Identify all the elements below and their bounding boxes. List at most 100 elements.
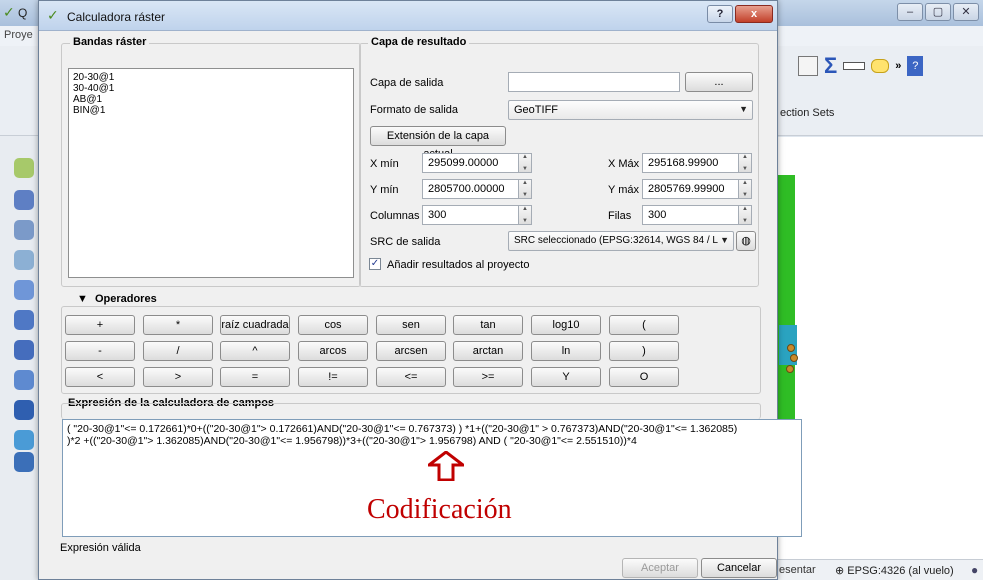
operator-button[interactable]: arctan bbox=[453, 341, 523, 361]
operators-section-header[interactable]: ▼ Operadores bbox=[77, 293, 157, 305]
help-icon[interactable]: ? bbox=[907, 56, 924, 76]
messages-icon[interactable]: ● bbox=[971, 563, 978, 577]
globe-icon: ⊕ bbox=[835, 565, 845, 577]
minimize-button[interactable]: – bbox=[897, 3, 923, 21]
add-raster-layer-icon[interactable] bbox=[14, 190, 34, 210]
add-wcs-layer-icon[interactable] bbox=[14, 400, 34, 420]
measure-icon[interactable] bbox=[843, 62, 866, 70]
operator-button[interactable]: arcos bbox=[298, 341, 368, 361]
xmin-input[interactable]: 295099.00000 bbox=[422, 153, 520, 173]
operator-button[interactable]: cos bbox=[298, 315, 368, 335]
add-wfs-layer-icon[interactable] bbox=[14, 430, 34, 450]
columns-input[interactable]: 300 bbox=[422, 205, 520, 225]
operator-button[interactable]: ( bbox=[609, 315, 679, 335]
rows-label: Filas bbox=[608, 210, 632, 222]
operator-button[interactable]: != bbox=[298, 367, 368, 387]
add-postgis-layer-icon[interactable] bbox=[14, 220, 34, 240]
main-window-title: Q bbox=[18, 6, 28, 20]
close-button[interactable]: x bbox=[735, 5, 773, 23]
output-crs-value: SRC seleccionado (EPSG:32614, WGS 84 / L bbox=[514, 235, 718, 246]
result-layer-title: Capa de resultado bbox=[368, 36, 470, 48]
band-item[interactable]: 30-40@1 bbox=[73, 83, 349, 94]
output-crs-select[interactable]: SRC seleccionado (EPSG:32614, WGS 84 / L… bbox=[508, 231, 734, 251]
tooltip-icon[interactable] bbox=[871, 59, 890, 73]
close-window-button[interactable]: ✕ bbox=[953, 3, 979, 21]
sum-icon[interactable]: Σ bbox=[824, 53, 837, 79]
add-oracle-layer-icon[interactable] bbox=[14, 310, 34, 330]
map-point bbox=[786, 365, 794, 373]
maximize-button[interactable]: ▢ bbox=[925, 3, 951, 21]
operator-button[interactable]: log10 bbox=[531, 315, 601, 335]
operator-button[interactable]: ln bbox=[531, 341, 601, 361]
dialog-titlebar: ✓ Calculadora ráster ? x bbox=[39, 1, 777, 31]
ymin-spinner[interactable] bbox=[518, 179, 532, 199]
browse-button[interactable]: ... bbox=[685, 72, 753, 92]
output-layer-input[interactable] bbox=[508, 72, 680, 92]
operator-button[interactable]: < bbox=[65, 367, 135, 387]
operator-button[interactable]: Y bbox=[531, 367, 601, 387]
add-mssql-layer-icon[interactable] bbox=[14, 280, 34, 300]
raster-calculator-dialog: ✓ Calculadora ráster ? x Bandas ráster 2… bbox=[38, 0, 802, 580]
add-spatialite-layer-icon[interactable] bbox=[14, 250, 34, 270]
current-layer-extent-button[interactable]: Extensión de la capa actual bbox=[370, 126, 506, 160]
expression-group bbox=[61, 403, 761, 419]
operator-button[interactable]: = bbox=[220, 367, 290, 387]
map-canvas[interactable] bbox=[775, 137, 983, 559]
calculator-icon[interactable] bbox=[798, 56, 818, 76]
add-to-project-checkbox[interactable]: ✓ bbox=[369, 258, 381, 270]
xmax-input[interactable]: 295168.99900 bbox=[642, 153, 740, 173]
add-db2-layer-icon[interactable] bbox=[14, 340, 34, 360]
operator-button[interactable]: - bbox=[65, 341, 135, 361]
operator-button[interactable]: / bbox=[143, 341, 213, 361]
add-to-project-label: Añadir resultados al proyecto bbox=[387, 259, 530, 271]
ymin-input[interactable]: 2805700.00000 bbox=[422, 179, 520, 199]
expression-line-2: )*2 +(("20-30@1"> 1.362085)AND("20-30@1"… bbox=[67, 435, 637, 447]
more-tools-icon[interactable]: » bbox=[895, 60, 901, 72]
xmin-spinner[interactable] bbox=[518, 153, 532, 173]
band-item[interactable]: AB@1 bbox=[73, 94, 349, 105]
annotation-arrow-icon bbox=[428, 451, 464, 481]
operator-button[interactable]: + bbox=[65, 315, 135, 335]
operator-button[interactable]: O bbox=[609, 367, 679, 387]
map-point bbox=[787, 344, 795, 352]
cancel-button[interactable]: Cancelar bbox=[701, 558, 777, 578]
operator-button[interactable]: * bbox=[143, 315, 213, 335]
xmax-spinner[interactable] bbox=[738, 153, 752, 173]
crs-status[interactable]: ⊕ EPSG:4326 (al vuelo) bbox=[835, 564, 954, 577]
add-wms-layer-icon[interactable] bbox=[14, 370, 34, 390]
status-render-label[interactable]: esentar bbox=[779, 564, 816, 576]
ok-button[interactable]: Aceptar bbox=[622, 558, 698, 578]
operator-button[interactable]: ^ bbox=[220, 341, 290, 361]
add-delimited-text-icon[interactable] bbox=[14, 452, 34, 472]
operator-button[interactable]: >= bbox=[453, 367, 523, 387]
rows-spinner[interactable] bbox=[738, 205, 752, 225]
qgis-logo-icon: ✓ bbox=[47, 7, 59, 23]
raster-bands-list[interactable]: 20-30@1 30-40@1 AB@1 BIN@1 bbox=[68, 68, 354, 278]
operator-button[interactable]: <= bbox=[376, 367, 446, 387]
help-button[interactable]: ? bbox=[707, 5, 733, 23]
ymax-spinner[interactable] bbox=[738, 179, 752, 199]
columns-label: Columnas bbox=[370, 210, 420, 222]
add-vector-layer-icon[interactable] bbox=[14, 158, 34, 178]
menu-proyecto[interactable]: Proye bbox=[4, 29, 33, 41]
ymax-input[interactable]: 2805769.99900 bbox=[642, 179, 740, 199]
chevron-down-icon: ▼ bbox=[739, 104, 748, 114]
output-format-label: Formato de salida bbox=[370, 104, 459, 116]
window-controls: – ▢ ✕ bbox=[897, 3, 979, 21]
rows-input[interactable]: 300 bbox=[642, 205, 740, 225]
band-item[interactable]: 20-30@1 bbox=[73, 72, 349, 83]
operator-button[interactable]: ) bbox=[609, 341, 679, 361]
operator-button[interactable]: > bbox=[143, 367, 213, 387]
output-format-select[interactable]: GeoTIFF ▼ bbox=[508, 100, 753, 120]
operator-button[interactable]: sen bbox=[376, 315, 446, 335]
columns-spinner[interactable] bbox=[518, 205, 532, 225]
ymax-label: Y máx bbox=[608, 184, 639, 196]
band-item[interactable]: BIN@1 bbox=[73, 105, 349, 116]
select-crs-button[interactable]: ◍ bbox=[736, 231, 756, 251]
xmax-label: X Máx bbox=[608, 158, 640, 170]
operator-button[interactable]: tan bbox=[453, 315, 523, 335]
selection-sets-label[interactable]: ection Sets bbox=[780, 107, 834, 119]
collapse-triangle-icon: ▼ bbox=[77, 293, 88, 305]
operator-button[interactable]: raíz cuadrada bbox=[220, 315, 290, 335]
operator-button[interactable]: arcsen bbox=[376, 341, 446, 361]
